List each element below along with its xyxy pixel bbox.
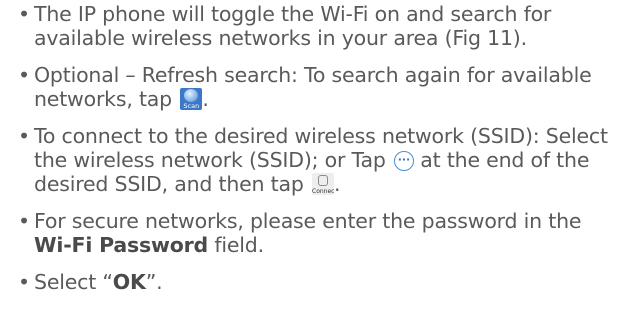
bullet: • <box>18 270 30 294</box>
scan-icon-label: Scan <box>183 102 200 110</box>
scan-icon: Scan <box>180 88 203 110</box>
bullet: • <box>18 63 30 87</box>
bullet: • <box>18 2 30 26</box>
globe-icon <box>184 89 199 102</box>
list-item: • For secure networks, please enter the … <box>18 209 618 257</box>
connect-icon-label: Connect <box>312 188 334 195</box>
item-text: The IP phone will toggle the Wi-Fi on an… <box>34 2 552 50</box>
field-name: Wi-Fi Password <box>34 233 209 257</box>
item-text: Select “ <box>34 270 113 294</box>
list-item: • Select “OK”. <box>18 270 618 294</box>
item-text-end: field. <box>214 233 264 257</box>
plug-icon <box>318 175 328 186</box>
connect-icon: Connect <box>312 173 334 195</box>
list-item: • Optional – Refresh search: To search a… <box>18 63 618 111</box>
list-item: • To connect to the desired wireless net… <box>18 124 618 196</box>
ellipsis-glyph: ··· <box>397 153 411 166</box>
item-text-end: . <box>202 87 209 111</box>
bullet: • <box>18 209 30 233</box>
bullet: • <box>18 124 30 148</box>
list-item: • The IP phone will toggle the Wi-Fi on … <box>18 2 618 50</box>
item-text-end: ”. <box>145 270 163 294</box>
item-text: For secure networks, please enter the pa… <box>34 209 582 233</box>
ok-label: OK <box>112 270 146 294</box>
item-text: Optional – Refresh search: To search aga… <box>34 63 592 111</box>
instructions-list: • The IP phone will toggle the Wi-Fi on … <box>18 2 618 307</box>
more-icon: ··· <box>393 151 414 171</box>
item-text-end: . <box>334 172 341 196</box>
